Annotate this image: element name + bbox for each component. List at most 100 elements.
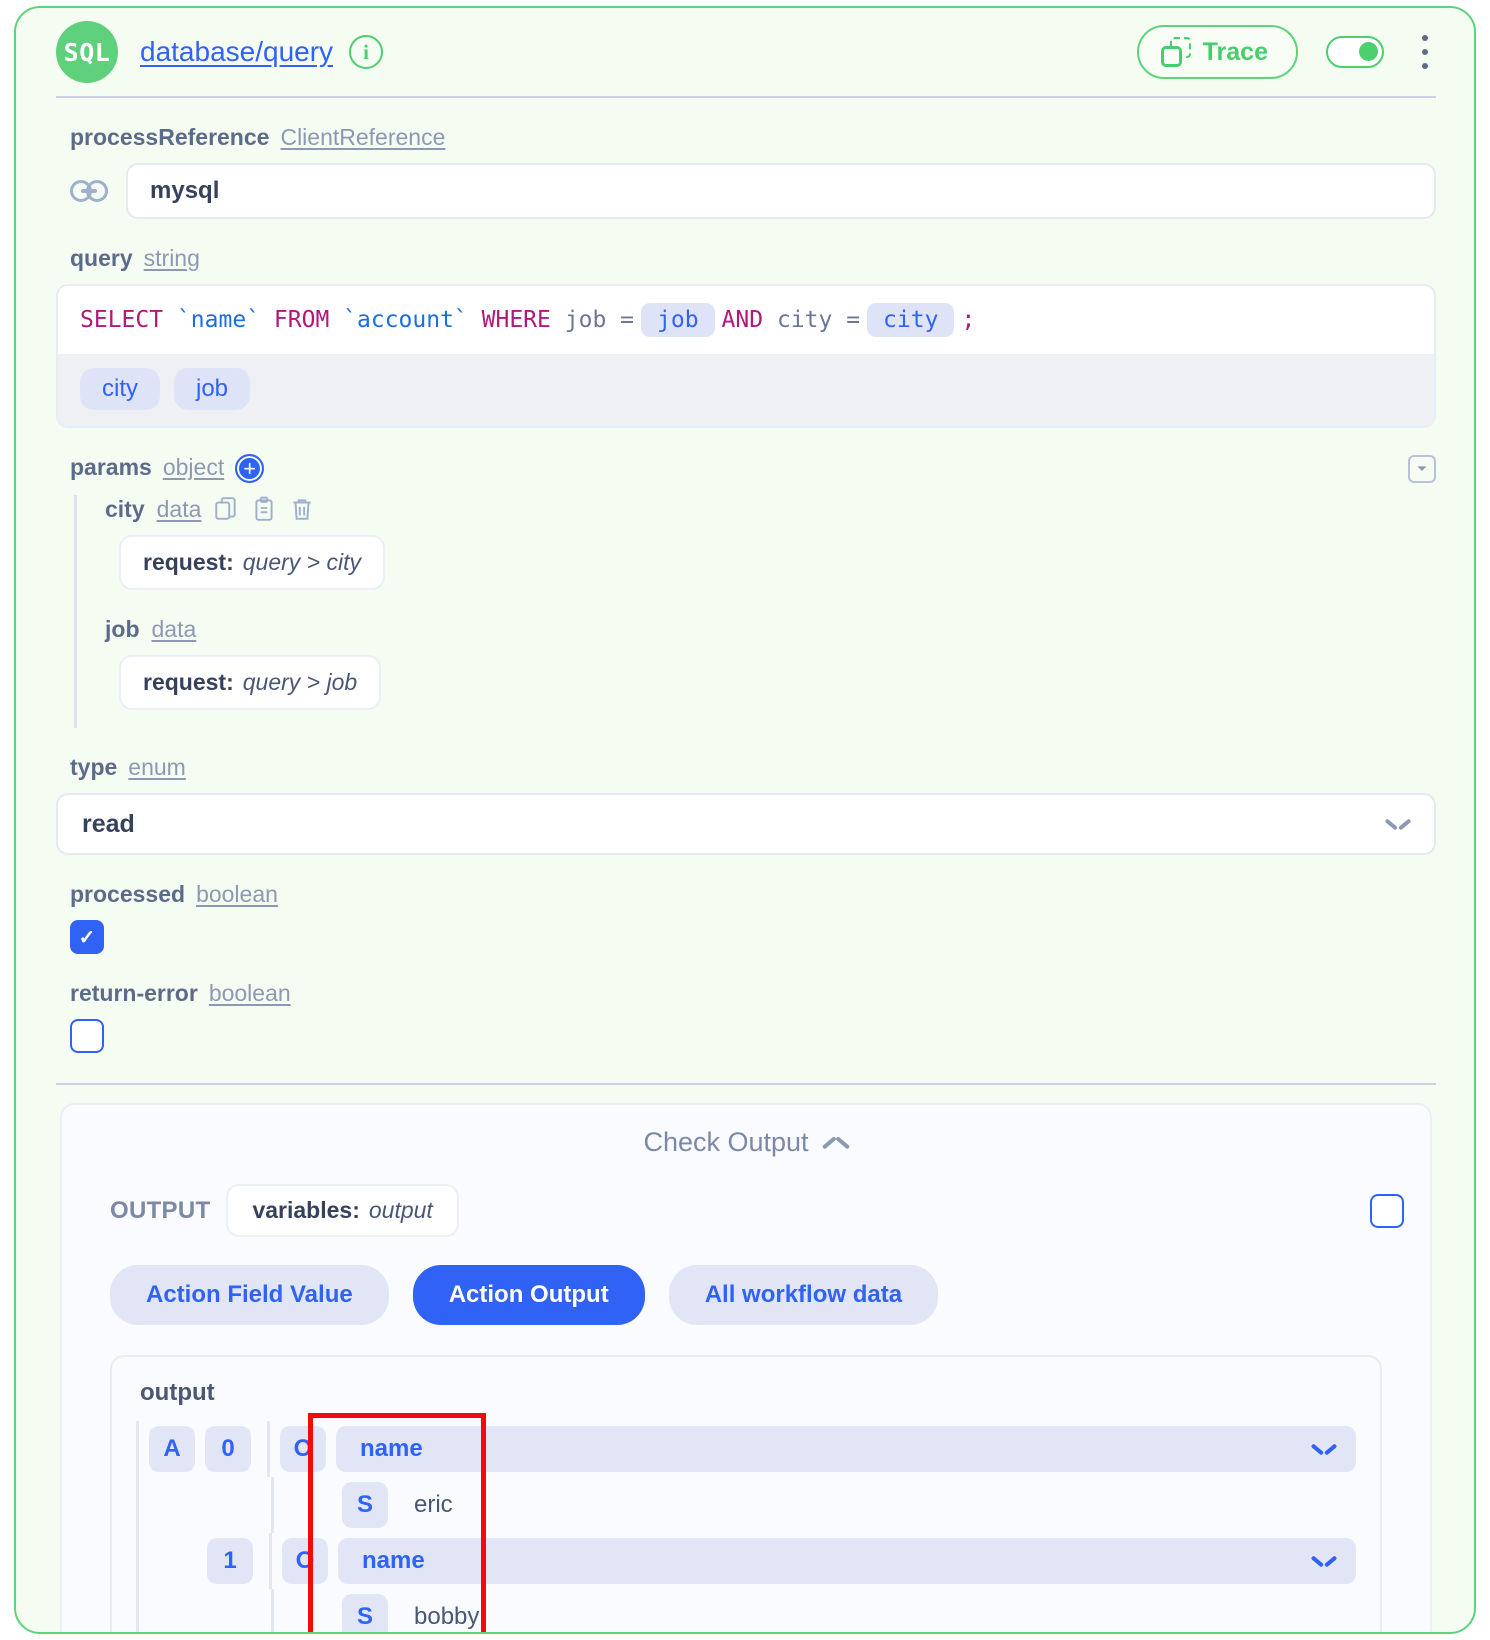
params-list: city data request: query > city job data [74,495,1436,728]
sql-expr-job: job = [564,307,634,333]
processed-type[interactable]: boolean [196,881,278,908]
process-reference-type[interactable]: ClientReference [280,124,445,151]
tree-guide-line [136,1477,139,1533]
processed-label: processed [70,881,186,907]
tree-guide-line [136,1533,139,1589]
type-kind[interactable]: enum [128,754,186,781]
sql-keyword-select: SELECT [80,307,164,333]
tree-guide-line [269,1533,272,1589]
tree-key-row[interactable]: name [336,1426,1356,1472]
node-header: SQL database/query i Trace [16,8,1474,96]
tree-row: S bobby [136,1589,1356,1632]
tree-row: S eric [136,1477,1356,1533]
tree-guide-line [136,1589,139,1632]
param-type[interactable]: data [157,496,202,523]
output-tree-title: output [140,1379,215,1406]
tab-action-output[interactable]: Action Output [412,1265,645,1325]
type-label: type [70,754,118,780]
output-variable-value: output [368,1197,433,1223]
param-city-source[interactable]: request: query > city [119,535,385,590]
copy-icon[interactable] [213,495,239,523]
info-icon[interactable]: i [349,35,384,69]
tree-guide-line [271,1477,274,1533]
param-type[interactable]: data [152,616,197,643]
header-divider [56,96,1436,98]
param-source-path: query > job [242,669,358,695]
link-icon [70,180,108,202]
node-title-link[interactable]: database/query [140,36,333,68]
param-name: job [105,616,140,642]
type-badge-string: S [342,1482,388,1528]
output-variable-key: variables: [252,1197,360,1223]
param-job-source[interactable]: request: query > job [119,655,382,710]
param-source-key: request: [143,669,234,695]
node-body: processReference ClientReference mysql q… [16,124,1474,1632]
trace-button[interactable]: Trace [1136,25,1298,79]
sql-semicolon: ; [961,307,976,333]
query-variable-chip[interactable]: job [174,368,251,410]
tree-scalar-value: eric [414,1491,453,1518]
tree-key-label: name [362,1547,425,1574]
return-error-type[interactable]: boolean [209,980,291,1007]
type-badge-object: O [282,1538,328,1584]
sql-ident-account: `account` [343,307,468,333]
tree-guide-line [267,1421,270,1477]
check-output-title: Check Output [643,1127,809,1157]
sql-expr-city: city = [776,307,861,333]
tab-all-workflow-data[interactable]: All workflow data [668,1265,939,1325]
process-reference-label-row: processReference ClientReference [70,124,1436,151]
chevron-down-icon [1386,818,1410,831]
type-badge-object: O [280,1426,326,1472]
tree-guide-line [136,1421,139,1477]
tree-guide-line [271,1589,274,1632]
param-source-key: request: [143,549,234,575]
tree-row: A 0 O name [136,1421,1356,1477]
query-variable-chip[interactable]: city [80,368,160,410]
type-badge-string: S [342,1594,388,1632]
trace-copy-icon [1160,37,1191,67]
process-reference-input[interactable]: mysql [126,163,1436,219]
sql-keyword-where: WHERE [481,307,551,333]
query-code-editor[interactable]: SELECT `name` FROM `account` WHERE job =… [58,286,1434,354]
sql-keyword-from: FROM [273,307,330,333]
sql-ident-name: `name` [176,307,261,333]
output-variable-pill[interactable]: variables: output [226,1184,459,1237]
trash-icon[interactable] [289,495,315,523]
query-type[interactable]: string [144,245,200,272]
params-collapse-toggle[interactable]: ⏷ [1408,454,1436,483]
section-divider [56,1083,1436,1085]
type-label-row: type enum [70,754,1436,781]
kebab-menu-icon[interactable] [1414,35,1436,69]
type-select[interactable]: read [56,793,1436,855]
tree-key-row[interactable]: name [338,1538,1356,1584]
chevron-down-icon [1312,1443,1336,1456]
index-badge: 0 [205,1426,251,1472]
params-label: params [70,454,152,480]
check-output-header[interactable]: Check Output [88,1127,1404,1158]
output-tabs: Action Field Value Action Output All wor… [110,1265,1404,1325]
params-label-row: params object + ⏷ [70,454,1436,483]
processed-label-row: processed boolean [70,881,1436,908]
sql-token-chip-city[interactable]: city [867,303,955,337]
paste-icon[interactable] [251,495,277,523]
output-select-checkbox[interactable] [1370,1193,1404,1228]
return-error-checkbox[interactable] [70,1019,104,1053]
add-param-button[interactable]: + [235,454,265,483]
query-variable-chips: city job [58,354,1434,426]
output-label: OUTPUT [110,1196,211,1224]
query-label: query [70,245,133,271]
tab-action-field-value[interactable]: Action Field Value [110,1265,389,1325]
params-type[interactable]: object [163,454,224,481]
sql-token-chip-job[interactable]: job [641,303,715,337]
return-error-label: return-error [70,980,198,1006]
tree-scalar-value: bobby [414,1603,480,1630]
node-enable-toggle[interactable] [1326,36,1384,68]
return-error-label-row: return-error boolean [70,980,1436,1007]
param-source-path: query > city [242,549,361,575]
index-badge: 1 [207,1538,253,1584]
chevron-down-icon [1312,1555,1336,1568]
output-variable-row: OUTPUT variables: output [110,1184,1404,1237]
check-output-panel: Check Output OUTPUT variables: output Ac… [60,1103,1432,1632]
processed-checkbox[interactable]: ✓ [70,920,104,954]
toggle-knob [1359,42,1378,61]
